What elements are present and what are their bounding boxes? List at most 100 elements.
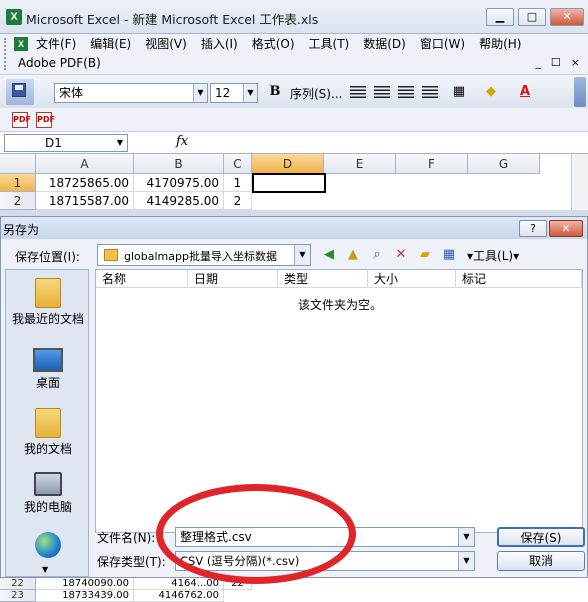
sequence-button[interactable]: 序列(S)... (290, 85, 342, 102)
menu-format[interactable]: 格式(O) (252, 36, 295, 52)
doc-restore-button[interactable]: ☐ (551, 56, 561, 69)
table-cell[interactable]: 18715587.00 (36, 192, 134, 210)
column-header[interactable]: G (468, 154, 540, 174)
workbook-icon[interactable]: X (14, 37, 28, 51)
font-select[interactable]: 宋体 ▼ (54, 83, 208, 103)
dialog-close-button[interactable]: ✕ (549, 220, 583, 237)
bold-button[interactable]: B (266, 83, 284, 101)
place-my-computer[interactable]: 我的电脑 (6, 472, 90, 515)
up-folder-icon[interactable]: ▲ (343, 245, 363, 265)
filetype-select[interactable]: CSV (逗号分隔)(*.csv) ▼ (175, 551, 475, 571)
table-cell[interactable]: 4149285.00 (134, 192, 224, 210)
menu-data[interactable]: 数据(D) (363, 36, 406, 52)
column-tag-header[interactable]: 标记 (456, 270, 582, 288)
vertical-scrollbar[interactable] (571, 154, 588, 210)
chevron-down-icon[interactable]: ▼ (193, 84, 207, 102)
tools-menu-button[interactable]: ▾工具(L)▾ (467, 247, 519, 264)
fill-color-icon[interactable]: ◆ (482, 83, 500, 101)
menu-window[interactable]: 窗口(W) (420, 36, 465, 52)
help-button[interactable]: ? (519, 220, 547, 237)
table-cell[interactable]: 2 (224, 192, 252, 210)
cancel-button[interactable]: 取消 (497, 551, 585, 571)
menu-file[interactable]: 文件(F) (36, 36, 76, 52)
align-right-icon[interactable] (398, 86, 414, 98)
close-button[interactable]: ✕ (550, 8, 584, 26)
column-header[interactable]: C (224, 154, 252, 174)
filename-input[interactable]: 整理格式.csv ▼ (175, 527, 475, 547)
active-cell[interactable] (252, 173, 326, 193)
table-cell[interactable]: 18733439.00 (36, 590, 134, 602)
fx-icon[interactable]: fx (176, 134, 188, 149)
folder-icon (104, 249, 118, 261)
new-folder-icon[interactable]: ▰ (415, 245, 435, 265)
menu-adobe-pdf[interactable]: Adobe PDF(B) (18, 56, 101, 70)
chevron-down-icon[interactable]: ▼ (243, 84, 257, 102)
window-title: Microsoft Excel - 新建 Microsoft Excel 工作表… (26, 12, 319, 27)
place-my-documents[interactable]: 我的文档 (6, 408, 90, 457)
file-list[interactable]: 名称 日期 类型 大小 标记 该文件夹为空。 (95, 269, 583, 533)
row-header[interactable]: 2 (0, 192, 36, 210)
pdf-toolbar: PDF PDF (0, 108, 588, 132)
place-recent-documents[interactable]: 我最近的文档 (6, 278, 90, 327)
menu-view[interactable]: 视图(V) (145, 36, 187, 52)
place-desktop[interactable]: 桌面 (6, 348, 90, 391)
table-cell[interactable]: 4170975.00 (134, 174, 224, 192)
chevron-down-icon[interactable]: ▼ (458, 552, 474, 570)
menu-grip[interactable] (4, 38, 7, 70)
table-cell[interactable]: 18740090.00 (36, 578, 134, 590)
align-left-icon[interactable] (350, 86, 366, 98)
column-header[interactable]: F (396, 154, 468, 174)
select-all-corner[interactable] (0, 154, 36, 174)
back-icon[interactable]: ◀ (319, 245, 339, 265)
chevron-down-icon[interactable]: ▼ (294, 245, 310, 265)
delete-icon[interactable]: ✕ (391, 245, 411, 265)
maximize-button[interactable]: □ (518, 8, 546, 26)
table-cell[interactable]: 18725865.00 (36, 174, 134, 192)
table-cell[interactable]: 4164...00 (134, 578, 224, 590)
font-color-icon[interactable]: A (516, 83, 534, 101)
column-type-header[interactable]: 类型 (278, 270, 368, 288)
doc-close-button[interactable]: × (571, 56, 580, 69)
menu-tools[interactable]: 工具(T) (309, 36, 350, 52)
column-header[interactable]: E (324, 154, 396, 174)
name-box[interactable]: D1 ▼ (4, 134, 128, 152)
menu-insert[interactable]: 插入(I) (201, 36, 238, 52)
table-cell[interactable]: 1 (224, 174, 252, 192)
minimize-button[interactable]: ▁ (486, 8, 514, 26)
toolbar-options[interactable] (574, 77, 586, 107)
pdf-email-icon[interactable]: PDF (36, 112, 55, 128)
excel-titlebar: X Microsoft Excel - 新建 Microsoft Excel 工… (0, 0, 588, 34)
column-size-header[interactable]: 大小 (368, 270, 456, 288)
column-header[interactable]: B (134, 154, 224, 174)
place-network[interactable] (6, 532, 90, 558)
column-header[interactable]: A (36, 154, 134, 174)
pdf-convert-icon[interactable]: PDF (12, 112, 31, 128)
font-size-value: 12 (215, 86, 231, 100)
place-label: 我的电脑 (23, 500, 72, 514)
menu-help[interactable]: 帮助(H) (479, 36, 521, 52)
merge-center-icon[interactable] (422, 86, 438, 98)
save-button[interactable]: 保存(S) (497, 527, 585, 547)
scroll-down-icon[interactable]: ▼ (42, 565, 48, 574)
row-header[interactable]: 23 (0, 590, 36, 602)
row-header-selected[interactable]: 1 (0, 174, 36, 192)
views-icon[interactable]: ▦ (439, 245, 459, 265)
table-cell[interactable]: 4146762.00 (134, 590, 224, 602)
menu-edit[interactable]: 编辑(E) (90, 36, 131, 52)
save-icon[interactable] (12, 83, 26, 97)
chevron-down-icon[interactable]: ▼ (117, 135, 123, 151)
column-date-header[interactable]: 日期 (188, 270, 278, 288)
align-center-icon[interactable] (374, 86, 390, 98)
doc-minimize-button[interactable]: _ (535, 56, 541, 69)
column-name-header[interactable]: 名称 (96, 270, 188, 288)
place-label: 我的文档 (23, 442, 72, 456)
borders-icon[interactable]: ▦ (450, 83, 468, 101)
column-header-selected[interactable]: D (252, 154, 324, 174)
save-in-select[interactable]: globalmapp批量导入坐标数据 ▼ (97, 244, 311, 266)
search-web-icon[interactable]: ⌕ (367, 245, 387, 265)
my-documents-icon (35, 408, 61, 438)
chevron-down-icon[interactable]: ▼ (458, 528, 474, 546)
font-size-select[interactable]: 12 ▼ (210, 83, 258, 103)
row-header[interactable]: 22 (0, 578, 36, 590)
table-cell[interactable]: 22 (224, 578, 252, 590)
